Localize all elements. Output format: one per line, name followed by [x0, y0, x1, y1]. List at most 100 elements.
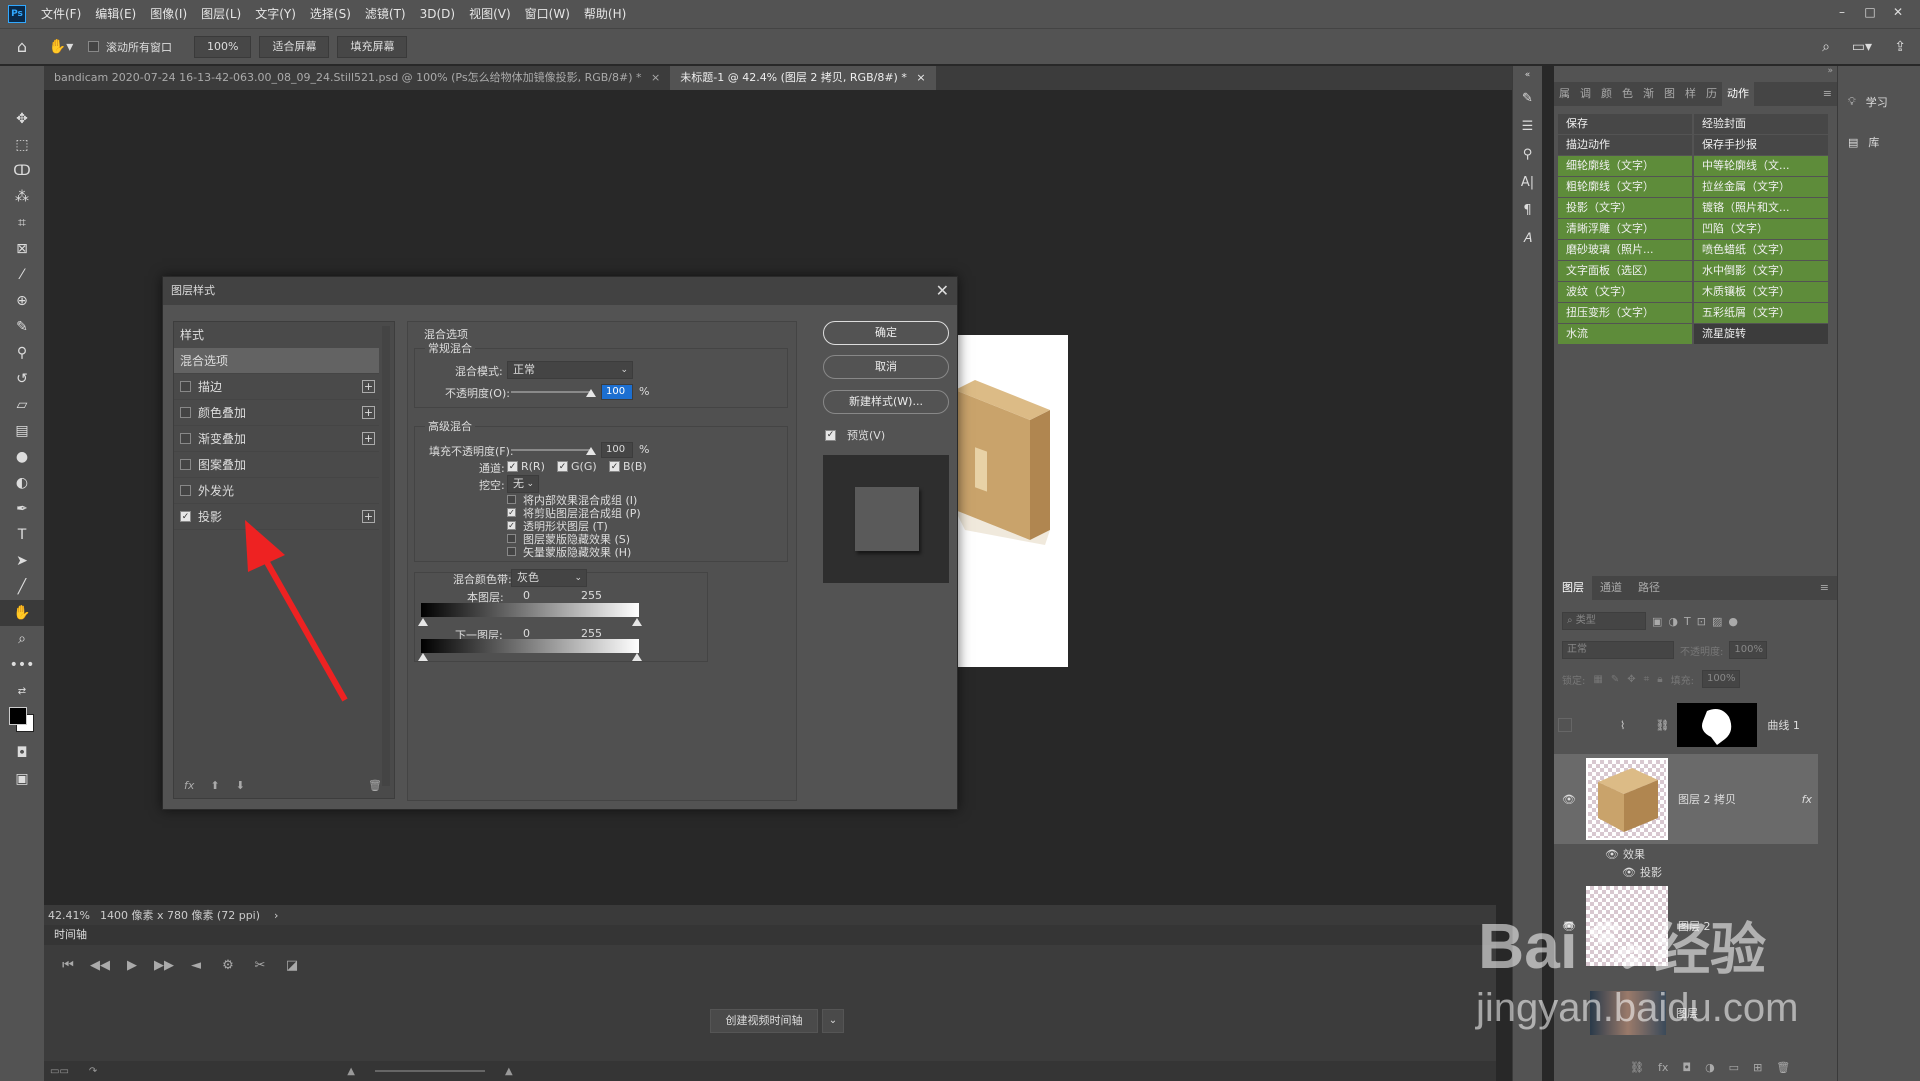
action-button[interactable]: 描边动作	[1558, 135, 1692, 155]
panel-tab[interactable]: 调	[1575, 82, 1596, 106]
fx-icon[interactable]: fx	[1802, 793, 1812, 806]
transition-icon[interactable]: ◪	[276, 958, 308, 973]
action-button[interactable]: 五彩纸屑（文字）	[1694, 303, 1828, 323]
lock-artboard-icon[interactable]: ⌗	[1644, 674, 1650, 685]
dialog-close-icon[interactable]: ✕	[936, 277, 949, 305]
prev-frame-icon[interactable]: ◀◀	[84, 958, 116, 973]
status-arrow[interactable]: ›	[274, 909, 278, 922]
style-item[interactable]: 图案叠加	[174, 452, 379, 478]
delete-style-icon[interactable]: 🗑︎	[368, 779, 382, 792]
swap-colors-icon[interactable]: ⇄	[0, 678, 44, 704]
next-frame-icon[interactable]: ▶▶	[148, 958, 180, 973]
paragraph-icon[interactable]: ¶	[1513, 196, 1542, 224]
create-video-timeline-button[interactable]: 创建视频时间轴	[710, 1009, 818, 1033]
style-item[interactable]: 渐变叠加 +	[174, 426, 379, 452]
action-button[interactable]: 扭压变形（文字）	[1558, 303, 1692, 323]
action-button[interactable]: 细轮廓线（文字）	[1558, 156, 1692, 176]
action-button[interactable]: 粗轮廓线（文字）	[1558, 177, 1692, 197]
preview-checkbox[interactable]: ✓	[825, 429, 836, 441]
layer-name[interactable]: 曲线 1	[1767, 717, 1800, 733]
preview-toggle[interactable]: ✓ 预览(V)	[825, 427, 885, 443]
doc-tab-2[interactable]: 未标题-1 @ 42.4% (图层 2 拷贝, RGB/8#) * ×	[670, 66, 936, 90]
action-button[interactable]: 流星旋转	[1694, 324, 1828, 344]
status-zoom[interactable]: 42.41%	[44, 909, 100, 922]
action-button[interactable]: 保存手抄报	[1694, 135, 1828, 155]
zoom-out-timeline-icon[interactable]: ▲	[347, 1066, 355, 1077]
blend-if-select[interactable]: 灰色 ⌄	[511, 569, 587, 587]
action-button[interactable]: 喷色蜡纸（文字）	[1694, 240, 1828, 260]
menu-item[interactable]: 图像(I)	[143, 0, 194, 28]
share-icon[interactable]: ⇪	[1894, 39, 1906, 55]
layer-fill-input[interactable]: 100%	[1701, 670, 1740, 688]
opacity-input[interactable]: 100	[601, 384, 633, 400]
link-layers-icon[interactable]: ⛓	[1630, 1061, 1644, 1074]
layer-effects-row[interactable]: 👁︎ 效果	[1605, 845, 1875, 863]
action-button[interactable]: 磨砂玻璃（照片...	[1558, 240, 1692, 260]
more-tools-icon[interactable]: •••	[0, 652, 44, 678]
healing-brush-icon[interactable]: ⊕	[0, 288, 44, 314]
opacity-slider-thumb[interactable]	[586, 389, 596, 397]
pen-tool-icon[interactable]: ✒	[0, 496, 44, 522]
lasso-tool-icon[interactable]: ↀ	[0, 158, 44, 184]
action-button[interactable]: 保存	[1558, 114, 1692, 134]
dodge-tool-icon[interactable]: ◐	[0, 470, 44, 496]
layers-tab[interactable]: 通道	[1592, 576, 1630, 600]
action-button[interactable]: 波纹（文字）	[1558, 282, 1692, 302]
play-icon[interactable]: ▶	[116, 958, 148, 973]
panel-tab[interactable]: 图	[1659, 82, 1680, 106]
channel-b-checkbox[interactable]: ✓	[609, 461, 620, 472]
filter-shape-icon[interactable]: ⊡	[1697, 615, 1706, 628]
this-layer-white-thumb[interactable]	[632, 618, 642, 626]
stamp-tool-icon[interactable]: ⚲	[0, 340, 44, 366]
search-icon[interactable]: ⌕	[1822, 39, 1830, 55]
home-icon[interactable]: ⌂	[0, 37, 44, 56]
first-frame-icon[interactable]: ⏮	[52, 958, 84, 973]
adjust-icon[interactable]: ☰	[1513, 112, 1542, 140]
menu-item[interactable]: 图层(L)	[194, 0, 248, 28]
screen-mode-icon[interactable]: ▣	[0, 766, 44, 792]
render-icon[interactable]: ↷	[89, 1066, 97, 1077]
add-mask-icon[interactable]: ◘	[1682, 1061, 1691, 1074]
action-button[interactable]: 清晰浮雕（文字）	[1558, 219, 1692, 239]
panel-tab[interactable]: 属	[1554, 82, 1575, 106]
fill-screen-button[interactable]: 填充屏幕	[337, 35, 408, 58]
blur-tool-icon[interactable]: ●	[0, 444, 44, 470]
filter-toggle-icon[interactable]: ●	[1728, 615, 1738, 628]
style-item[interactable]: 混合选项	[174, 348, 379, 374]
add-style-icon[interactable]: +	[362, 432, 375, 445]
minimize-icon[interactable]: –	[1828, 0, 1856, 24]
frame-tool-icon[interactable]: ⊠	[0, 236, 44, 262]
history-brush-icon[interactable]: ↺	[0, 366, 44, 392]
hand-tool-active-icon[interactable]: ✋	[0, 600, 44, 626]
style-item[interactable]: 描边 +	[174, 374, 379, 400]
panel-tab[interactable]: 样	[1680, 82, 1701, 106]
channel-g-checkbox[interactable]: ✓	[557, 461, 568, 472]
lock-all-icon[interactable]: 🔒︎	[1657, 674, 1662, 685]
maximize-icon[interactable]: □	[1856, 0, 1884, 24]
scroll-all-checkbox[interactable]	[88, 41, 99, 52]
channel-r-checkbox[interactable]: ✓	[507, 461, 518, 472]
fill-slider-thumb[interactable]	[586, 447, 596, 455]
action-button[interactable]: 中等轮廓线（文...	[1694, 156, 1828, 176]
eye-icon[interactable]: 👁︎	[1605, 848, 1619, 861]
layer-blend-select[interactable]: 正常	[1562, 641, 1674, 659]
action-button[interactable]: 经验封面	[1694, 114, 1828, 134]
hand-tool-icon[interactable]: ✋▾	[44, 39, 78, 55]
filter-adjust-icon[interactable]: ◑	[1668, 615, 1678, 628]
color-swatches[interactable]	[0, 704, 44, 740]
under-layer-white-thumb[interactable]	[632, 653, 642, 661]
option-checkbox[interactable]	[507, 547, 516, 556]
frames-icon[interactable]: ▭▭	[50, 1066, 69, 1077]
menu-item[interactable]: 窗口(W)	[518, 0, 577, 28]
group-icon[interactable]: ▭	[1729, 1061, 1739, 1074]
move-down-icon[interactable]: ⬇	[236, 779, 245, 792]
option-checkbox[interactable]: ✓	[507, 508, 516, 517]
character-icon[interactable]: A|	[1513, 168, 1542, 196]
styles-scrollbar[interactable]	[382, 326, 390, 786]
workspace-icon[interactable]: ▭▾	[1852, 39, 1872, 55]
add-style-icon[interactable]: +	[362, 406, 375, 419]
option-checkbox[interactable]: ✓	[507, 521, 516, 530]
close-tab-icon[interactable]: ×	[916, 71, 925, 84]
crop-tool-icon[interactable]: ⌗	[0, 210, 44, 236]
layer-row-curves[interactable]: ⌇ ⛓ 曲线 1	[1554, 700, 1824, 750]
